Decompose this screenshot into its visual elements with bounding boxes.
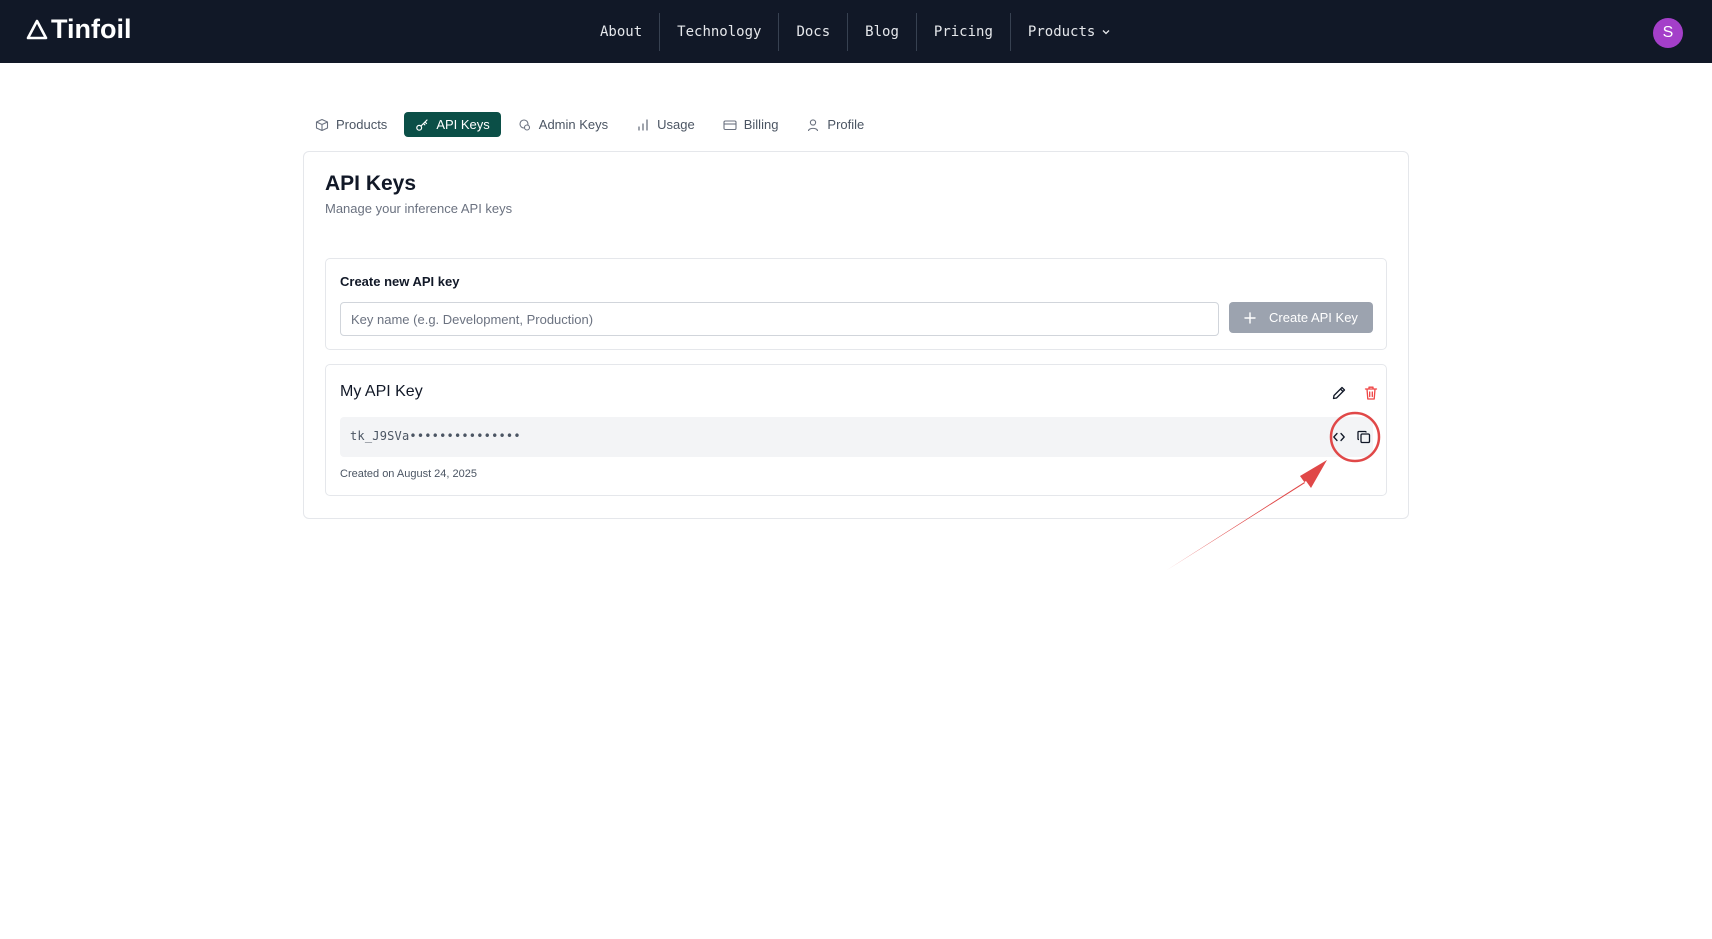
avatar-initial: S [1662,24,1674,41]
brand-name: Tinfoil [51,14,132,44]
tab-billing-label: Billing [743,117,779,132]
tab-profile[interactable]: Profile [795,112,875,137]
nav-about[interactable]: About [583,13,661,51]
api-key-created-date: Created on August 24, 2025 [340,468,477,480]
reveal-key-button[interactable] [1330,428,1348,446]
box-icon [315,118,329,131]
admin-key-icon [519,118,530,131]
tab-billing[interactable]: Billing [712,112,790,137]
avatar[interactable]: S [1653,18,1683,48]
page-title: API Keys [325,172,417,195]
nav-products-label: Products [1027,24,1096,40]
plus-icon [1244,311,1256,324]
tab-admin-keys-label: Admin Keys [538,117,609,132]
nav-docs[interactable]: Docs [779,13,849,51]
nav-pricing-label: Pricing [933,24,993,40]
key-name-input[interactable] [340,302,1219,336]
tab-products[interactable]: Products [304,112,398,137]
tab-api-keys[interactable]: API Keys [404,112,501,137]
nav-blog-label: Blog [865,24,899,40]
api-key-name: My API Key [340,383,423,400]
tab-products-label: Products [336,117,388,132]
create-api-key-button[interactable]: Create API Key [1229,302,1373,333]
nav-products-dropdown[interactable]: Products [1011,13,1128,51]
chevron-down-icon [1102,30,1110,35]
key-icon [416,118,428,131]
nav-technology[interactable]: Technology [660,13,780,51]
api-key-field: tk_J9SVa••••••••••••••• [340,417,1373,457]
user-icon [808,118,819,131]
create-api-key-button-label: Create API Key [1269,310,1358,325]
nav-blog[interactable]: Blog [848,13,917,51]
nav-pricing[interactable]: Pricing [917,13,1011,51]
main-nav: About Technology Docs Blog Pricing Produ… [583,13,1128,51]
top-navbar: Tinfoil About Technology Docs Blog Prici… [0,0,1712,63]
create-key-label: Create new API key [340,274,460,289]
copy-icon [1357,430,1371,444]
tab-api-keys-label: API Keys [436,117,490,132]
api-key-masked-value: tk_J9SVa••••••••••••••• [350,429,521,443]
api-key-item: My API Key tk_J9SVa••••••••••••••• Creat… [325,364,1387,496]
credit-card-icon [723,119,737,130]
edit-key-button[interactable] [1330,384,1348,402]
trash-icon [1364,386,1378,400]
nav-about-label: About [600,24,643,40]
brand-logo[interactable]: Tinfoil [26,14,132,45]
tab-usage[interactable]: Usage [625,112,706,137]
tab-profile-label: Profile [827,117,865,132]
page-subtitle: Manage your inference API keys [325,201,513,216]
tab-usage-label: Usage [657,117,695,132]
nav-technology-label: Technology [677,24,762,40]
create-key-section: Create new API key Create API Key [325,258,1387,350]
triangle-logo-icon [26,19,48,39]
delete-key-button[interactable] [1362,384,1380,402]
pencil-icon [1332,386,1346,400]
nav-docs-label: Docs [796,24,831,40]
bar-chart-icon [638,118,648,131]
settings-tabs: Products API Keys Admin Keys Usage Billi… [304,112,875,137]
tab-admin-keys[interactable]: Admin Keys [507,112,619,137]
api-keys-panel: API Keys Manage your inference API keys … [303,151,1409,519]
code-toggle-icon [1333,432,1345,442]
copy-key-button[interactable] [1355,428,1373,446]
